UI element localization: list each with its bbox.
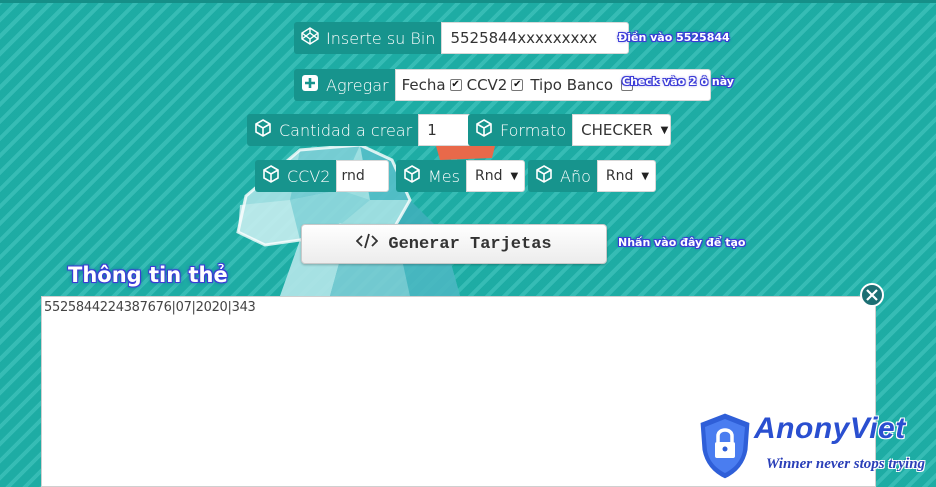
mes-group: Mes Rnd ▼ [396,160,525,192]
ccv2-addon: CCV2 [255,160,337,192]
agregar-label: Agregar [326,75,389,95]
cube-icon [402,164,422,188]
plus-square-icon [300,73,320,97]
agregar-addon: Agregar [294,69,395,101]
ccv2-group: CCV2 rnd [255,160,390,192]
generate-note: Nhấn vào đây để tạo [618,236,746,249]
mes-addon: Mes [396,160,466,192]
anio-select[interactable]: Rnd ▼ [596,160,656,192]
bin-input[interactable]: 5525844xxxxxxxxx [441,22,630,54]
mes-select[interactable]: Rnd ▼ [465,160,525,192]
anio-group: Año Rnd ▼ [528,160,656,192]
check-note: Check vào 2 ô này [622,75,734,88]
chevron-down-icon: ▼ [660,124,669,136]
formato-label: Formato [500,120,567,140]
bin-group: Inserte su Bin 5525844xxxxxxxxx [294,22,630,54]
formato-addon: Formato [468,114,573,146]
anio-label: Año [560,166,591,186]
cantidad-group: Cantidad a crear 1 [247,114,473,146]
option-tipo-banco-label: Tipo Banco [530,76,614,94]
anio-addon: Año [528,160,597,192]
formato-selected: CHECKER [581,121,653,139]
formato-group: Formato CHECKER ▼ [468,114,672,146]
generate-button-label: Generar Tarjetas [388,234,552,254]
shield-lock-icon [697,410,753,482]
bin-label: Inserte su Bin [326,28,436,48]
option-fecha-checkbox[interactable]: ✔ [449,79,462,91]
formato-select[interactable]: CHECKER ▼ [572,114,672,146]
anio-selected: Rnd [605,168,634,184]
cube-icon [261,164,281,188]
option-ccv2-label: CCV2 [466,76,508,94]
cantidad-label: Cantidad a crear [279,120,413,140]
chevron-down-icon: ▼ [510,170,519,182]
close-button[interactable] [860,283,884,307]
chevron-down-icon: ▼ [641,170,650,182]
close-icon [866,289,878,301]
option-ccv2-checkbox[interactable]: ✔ [511,79,524,91]
cantidad-addon: Cantidad a crear [247,114,419,146]
ccv2-label: CCV2 [287,166,331,186]
anonyviet-logo: AnonyViet Winner never stops trying [690,406,936,487]
mes-selected: Rnd [474,168,503,184]
ccv2-input[interactable]: rnd [336,160,390,192]
cantidad-input[interactable]: 1 [418,114,473,146]
mes-label: Mes [428,166,460,186]
codepen-icon [300,26,320,50]
generate-button[interactable]: Generar Tarjetas [301,224,607,264]
code-icon [356,233,379,255]
logo-name: AnonyViet [754,412,906,445]
option-fecha-label: Fecha [401,76,446,94]
cube-icon [474,118,494,142]
bin-note: Điền vào 5525844 [618,31,730,44]
card-info-heading: Thông tin thẻ [68,263,228,287]
cube-icon [534,164,554,188]
top-border [0,0,936,3]
bin-addon: Inserte su Bin [294,22,442,54]
cube-icon [253,118,273,142]
logo-tagline: Winner never stops trying [766,456,926,472]
